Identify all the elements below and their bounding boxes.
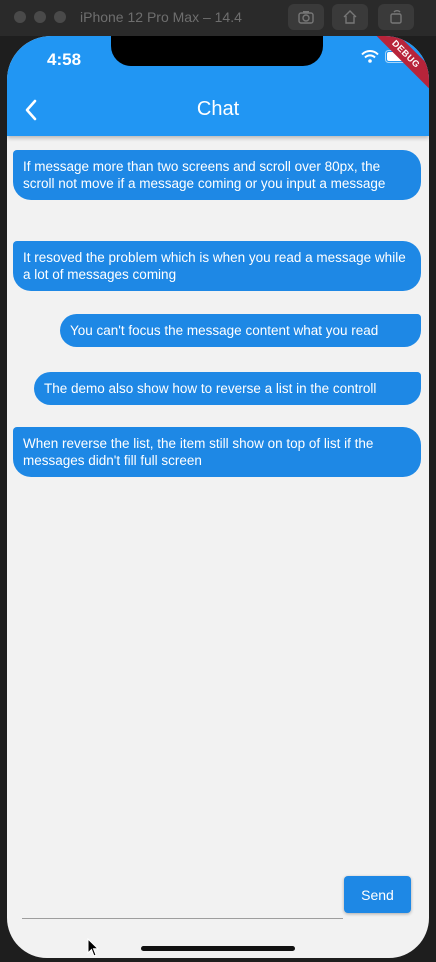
device-notch [111, 36, 323, 66]
message-bubble: It resoved the problem which is when you… [13, 241, 421, 291]
debug-banner: DEBUG [368, 36, 429, 92]
send-button[interactable]: Send [344, 876, 411, 913]
device-screen: 4:58 DEBUG Chat If message more than two… [7, 36, 429, 958]
rotate-button[interactable] [378, 4, 414, 30]
rotate-icon [390, 10, 402, 24]
app-bar: 4:58 DEBUG Chat [7, 36, 429, 136]
screenshot-button[interactable] [288, 4, 324, 30]
home-button[interactable] [332, 4, 368, 30]
home-indicator[interactable] [141, 946, 295, 951]
message-bubble: When reverse the list, the item still sh… [13, 427, 421, 477]
camera-icon [298, 11, 314, 24]
close-window-dot[interactable] [14, 11, 26, 23]
simulator-titlebar: iPhone 12 Pro Max – 14.4 [0, 0, 436, 36]
zoom-window-dot[interactable] [54, 11, 66, 23]
message-bubble: You can't focus the message content what… [60, 314, 421, 347]
mouse-cursor-icon [87, 938, 100, 957]
status-time: 4:58 [47, 50, 82, 69]
minimize-window-dot[interactable] [34, 11, 46, 23]
message-bubble: If message more than two screens and scr… [13, 150, 421, 200]
simulator-title: iPhone 12 Pro Max – 14.4 [80, 9, 242, 25]
home-icon [343, 10, 357, 24]
page-title: Chat [196, 98, 240, 120]
message-bubble: The demo also show how to reverse a list… [34, 372, 421, 405]
message-input[interactable] [22, 918, 343, 919]
wifi-icon [361, 50, 379, 63]
